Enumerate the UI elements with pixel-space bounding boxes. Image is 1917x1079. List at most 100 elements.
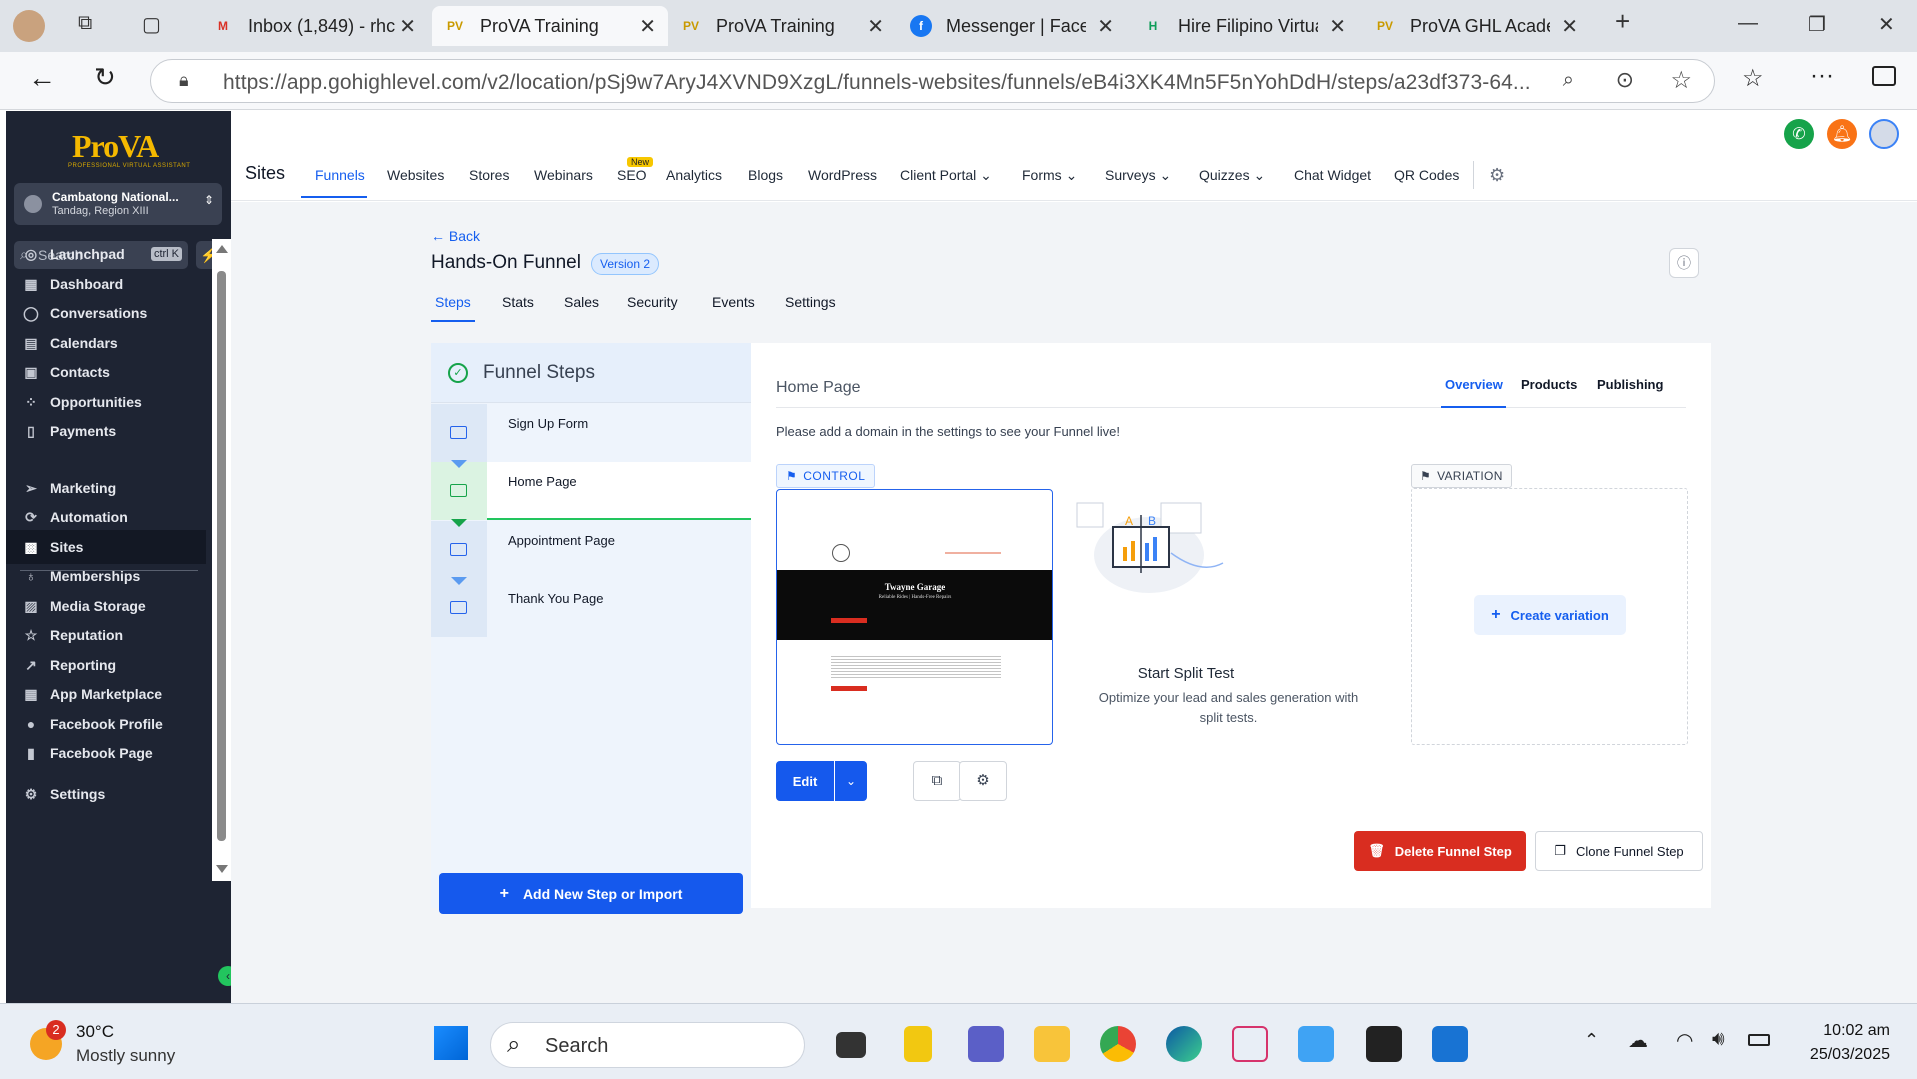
wifi-icon[interactable]: ◠ [1676, 1028, 1693, 1053]
topnav-forms[interactable]: Forms ⌄ [1022, 167, 1077, 184]
version-badge[interactable]: Version 2 [591, 253, 660, 275]
create-variation-button[interactable]: + Create variation [1474, 595, 1626, 635]
close-icon[interactable]: ✕ [867, 14, 884, 39]
scroll-down-arrow-icon[interactable] [216, 865, 228, 873]
task-view-icon[interactable] [836, 1032, 866, 1058]
clock-time[interactable]: 10:02 am [1790, 1022, 1890, 1040]
info-icon[interactable]: ⓘ [1669, 248, 1699, 278]
url-input[interactable]: 🔒︎ https://app.gohighlevel.com/v2/locati… [150, 59, 1715, 103]
new-tab-icon[interactable]: + [1615, 6, 1630, 37]
funnel-step-appointment-page[interactable]: Appointment Page [431, 519, 751, 579]
favorites-icon[interactable]: ☆ [1742, 64, 1764, 93]
open-external-icon[interactable]: ⧉ [913, 761, 961, 801]
chrome-icon[interactable] [1100, 1026, 1136, 1062]
close-icon[interactable]: ✕ [399, 14, 416, 39]
phone-icon[interactable]: ✆ [1784, 119, 1814, 149]
sidebar-item-conversations[interactable]: ◯ Conversations [6, 296, 206, 330]
tab-products[interactable]: Products [1521, 377, 1577, 392]
back-arrow-icon[interactable]: ← [28, 62, 56, 94]
funnel-step-home-page[interactable]: Home Page [431, 460, 751, 520]
microsoft-store-icon[interactable] [1432, 1026, 1468, 1062]
more-icon[interactable]: ⊙ [1616, 67, 1634, 93]
scroll-up-arrow-icon[interactable] [216, 245, 228, 253]
window-close-icon[interactable]: ✕ [1878, 12, 1895, 37]
scrollbar-thumb[interactable] [217, 271, 226, 841]
notification-bell-icon[interactable]: 🔔︎ [1827, 119, 1857, 149]
sidebar-item-launchpad[interactable]: ◎ Launchpad [6, 237, 206, 271]
close-icon[interactable]: ✕ [1097, 14, 1114, 39]
zoom-icon[interactable]: ⌕ [1563, 69, 1574, 92]
battery-icon[interactable] [1748, 1034, 1770, 1046]
tab-stats[interactable]: Stats [502, 294, 534, 310]
topnav-funnels[interactable]: Funnels [315, 167, 365, 183]
windows-start-icon[interactable] [434, 1026, 468, 1060]
sticky-notes-icon[interactable] [1366, 1026, 1402, 1062]
snipping-tool-icon[interactable] [1232, 1026, 1268, 1062]
tray-chevron-up-icon[interactable]: ⌃ [1584, 1030, 1599, 1051]
browser-tab-gmail[interactable]: M Inbox (1,849) - rhc ✕ [200, 6, 428, 46]
browser-tab-prova-training[interactable]: PV ProVA Training ✕ [668, 6, 896, 46]
delete-funnel-step-button[interactable]: 🗑︎ Delete Funnel Step [1354, 831, 1526, 871]
clock-date[interactable]: 25/03/2025 [1790, 1046, 1890, 1064]
tab-events[interactable]: Events [712, 294, 755, 310]
tab-settings[interactable]: Settings [785, 294, 836, 310]
user-avatar[interactable] [1869, 119, 1899, 149]
browser-tab-prova-academy[interactable]: PV ProVA GHL Academy ✕ [1362, 6, 1590, 46]
sidebar-toggle-icon[interactable] [1872, 66, 1896, 86]
workspaces-icon[interactable]: ⧉ [78, 12, 92, 35]
sites-settings-gear-icon[interactable]: ⚙ [1489, 165, 1505, 186]
minimize-icon[interactable]: — [1738, 12, 1758, 35]
topnav-analytics[interactable]: Analytics [666, 167, 722, 183]
topnav-chat-widget[interactable]: Chat Widget [1294, 167, 1371, 183]
file-explorer-icon[interactable] [1034, 1026, 1070, 1062]
sidebar-item-settings[interactable]: ⚙ Settings [6, 777, 206, 811]
sidebar-item-automation[interactable]: ⟳ Automation [6, 500, 206, 534]
browser-tab-prova-training-active[interactable]: PV ProVA Training ✕ [432, 6, 668, 46]
page-settings-gear-icon[interactable]: ⚙ [959, 761, 1007, 801]
sidebar-scrollbar[interactable] [212, 239, 231, 881]
power-bi-icon[interactable] [904, 1026, 932, 1062]
onedrive-icon[interactable]: ☁ [1628, 1028, 1648, 1053]
profile-avatar[interactable] [13, 10, 45, 42]
volume-icon[interactable]: 🔊︎ [1712, 1028, 1725, 1051]
weather-temperature[interactable]: 30°C [76, 1022, 114, 1042]
sidebar-item-payments[interactable]: ▯ Payments [6, 414, 206, 448]
tab-security[interactable]: Security [627, 294, 678, 310]
sidebar-item-contacts[interactable]: ▣ Contacts [6, 355, 206, 389]
sidebar-item-reputation[interactable]: ☆ Reputation [6, 618, 206, 652]
topnav-wordpress[interactable]: WordPress [808, 167, 877, 183]
settings-menu-icon[interactable]: ··· [1810, 62, 1834, 90]
tab-steps[interactable]: Steps [435, 294, 471, 310]
edit-button[interactable]: Edit [776, 761, 834, 801]
sidebar-item-facebook-page[interactable]: ▮ Facebook Page [6, 736, 206, 770]
sidebar-item-memberships[interactable]: ♁ Memberships [6, 559, 206, 593]
tab-sales[interactable]: Sales [564, 294, 599, 310]
weather-condition[interactable]: Mostly sunny [76, 1046, 175, 1066]
funnel-step-thank-you-page[interactable]: Thank You Page [431, 577, 751, 637]
teams-icon[interactable] [968, 1026, 1004, 1062]
browser-tab-hire-filipino[interactable]: H Hire Filipino Virtual ✕ [1130, 6, 1358, 46]
back-link[interactable]: ← Back [431, 228, 480, 244]
close-icon[interactable]: ✕ [639, 14, 656, 39]
edge-icon[interactable] [1166, 1026, 1202, 1062]
topnav-seo[interactable]: SEO [617, 167, 647, 183]
taskbar-search[interactable]: ⌕ Search [490, 1022, 805, 1068]
topnav-client-portal[interactable]: Client Portal ⌄ [900, 167, 992, 184]
funnel-step-sign-up-form[interactable]: Sign Up Form [431, 404, 751, 462]
sidebar-item-app-marketplace[interactable]: ▦ App Marketplace [6, 677, 206, 711]
favorite-star-icon[interactable]: ☆ [1670, 66, 1692, 95]
browser-tab-messenger[interactable]: f Messenger | Facebook ✕ [898, 6, 1126, 46]
edit-dropdown-chevron-icon[interactable]: ⌄ [835, 761, 867, 801]
tab-publishing[interactable]: Publishing [1597, 377, 1663, 392]
restore-icon[interactable]: ❐ [1808, 12, 1826, 37]
page-preview-thumbnail[interactable]: Twayne Garage Reliable Rides | Hands-Fre… [776, 489, 1053, 745]
topnav-websites[interactable]: Websites [387, 167, 444, 183]
add-new-step-button[interactable]: + Add New Step or Import [439, 873, 743, 914]
tab-overview[interactable]: Overview [1445, 377, 1503, 392]
clone-funnel-step-button[interactable]: ❐ Clone Funnel Step [1535, 831, 1703, 871]
topnav-qr-codes[interactable]: QR Codes [1394, 167, 1459, 183]
close-icon[interactable]: ✕ [1329, 14, 1346, 39]
topnav-blogs[interactable]: Blogs [748, 167, 783, 183]
tab-actions-icon[interactable]: ▢ [142, 12, 161, 37]
topnav-quizzes[interactable]: Quizzes ⌄ [1199, 167, 1265, 184]
